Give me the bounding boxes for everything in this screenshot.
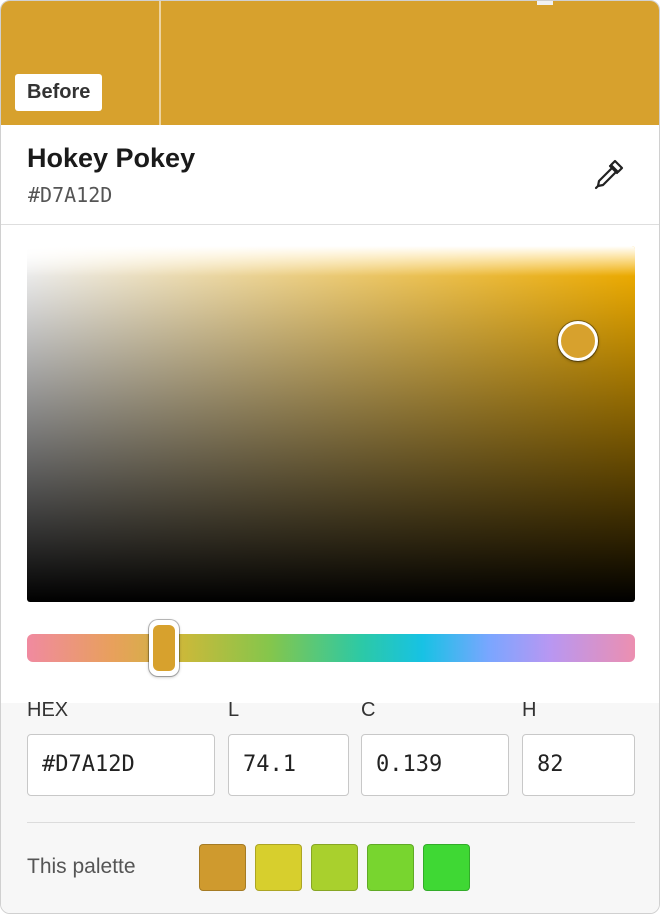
- palette-swatch-4[interactable]: [367, 844, 414, 891]
- saturation-lightness-area[interactable]: [27, 246, 635, 602]
- header-separator: [1, 224, 659, 225]
- hue-slider[interactable]: [27, 634, 635, 662]
- hue-slider-thumb[interactable]: [149, 620, 179, 676]
- palette-swatch-3[interactable]: [311, 844, 358, 891]
- color-name: Hokey Pokey: [27, 143, 196, 173]
- palette-separator: [27, 822, 635, 823]
- c-input[interactable]: 0.139: [361, 734, 509, 796]
- hex-input[interactable]: #D7A12D: [27, 734, 215, 796]
- palette-label: This palette: [27, 855, 136, 878]
- h-input[interactable]: 82: [522, 734, 635, 796]
- l-input[interactable]: 74.1: [228, 734, 349, 796]
- color-hex: #D7A12D: [28, 183, 113, 207]
- c-label: C: [361, 699, 376, 721]
- swatch-divider: [159, 1, 161, 125]
- eyedropper-icon[interactable]: [591, 156, 627, 192]
- top-tick: [537, 1, 553, 5]
- before-label: Before: [15, 74, 103, 111]
- color-picker-panel: Before Hokey Pokey #D7A12D HEX L C H #D7…: [0, 0, 660, 914]
- l-label: L: [228, 699, 240, 721]
- hue-thumb-color: [153, 625, 175, 671]
- color-handle[interactable]: [558, 321, 598, 361]
- palette-swatch-1[interactable]: [199, 844, 246, 891]
- palette-swatch-5[interactable]: [423, 844, 470, 891]
- hex-label: HEX: [27, 699, 69, 721]
- h-label: H: [522, 699, 537, 721]
- palette-swatch-2[interactable]: [255, 844, 302, 891]
